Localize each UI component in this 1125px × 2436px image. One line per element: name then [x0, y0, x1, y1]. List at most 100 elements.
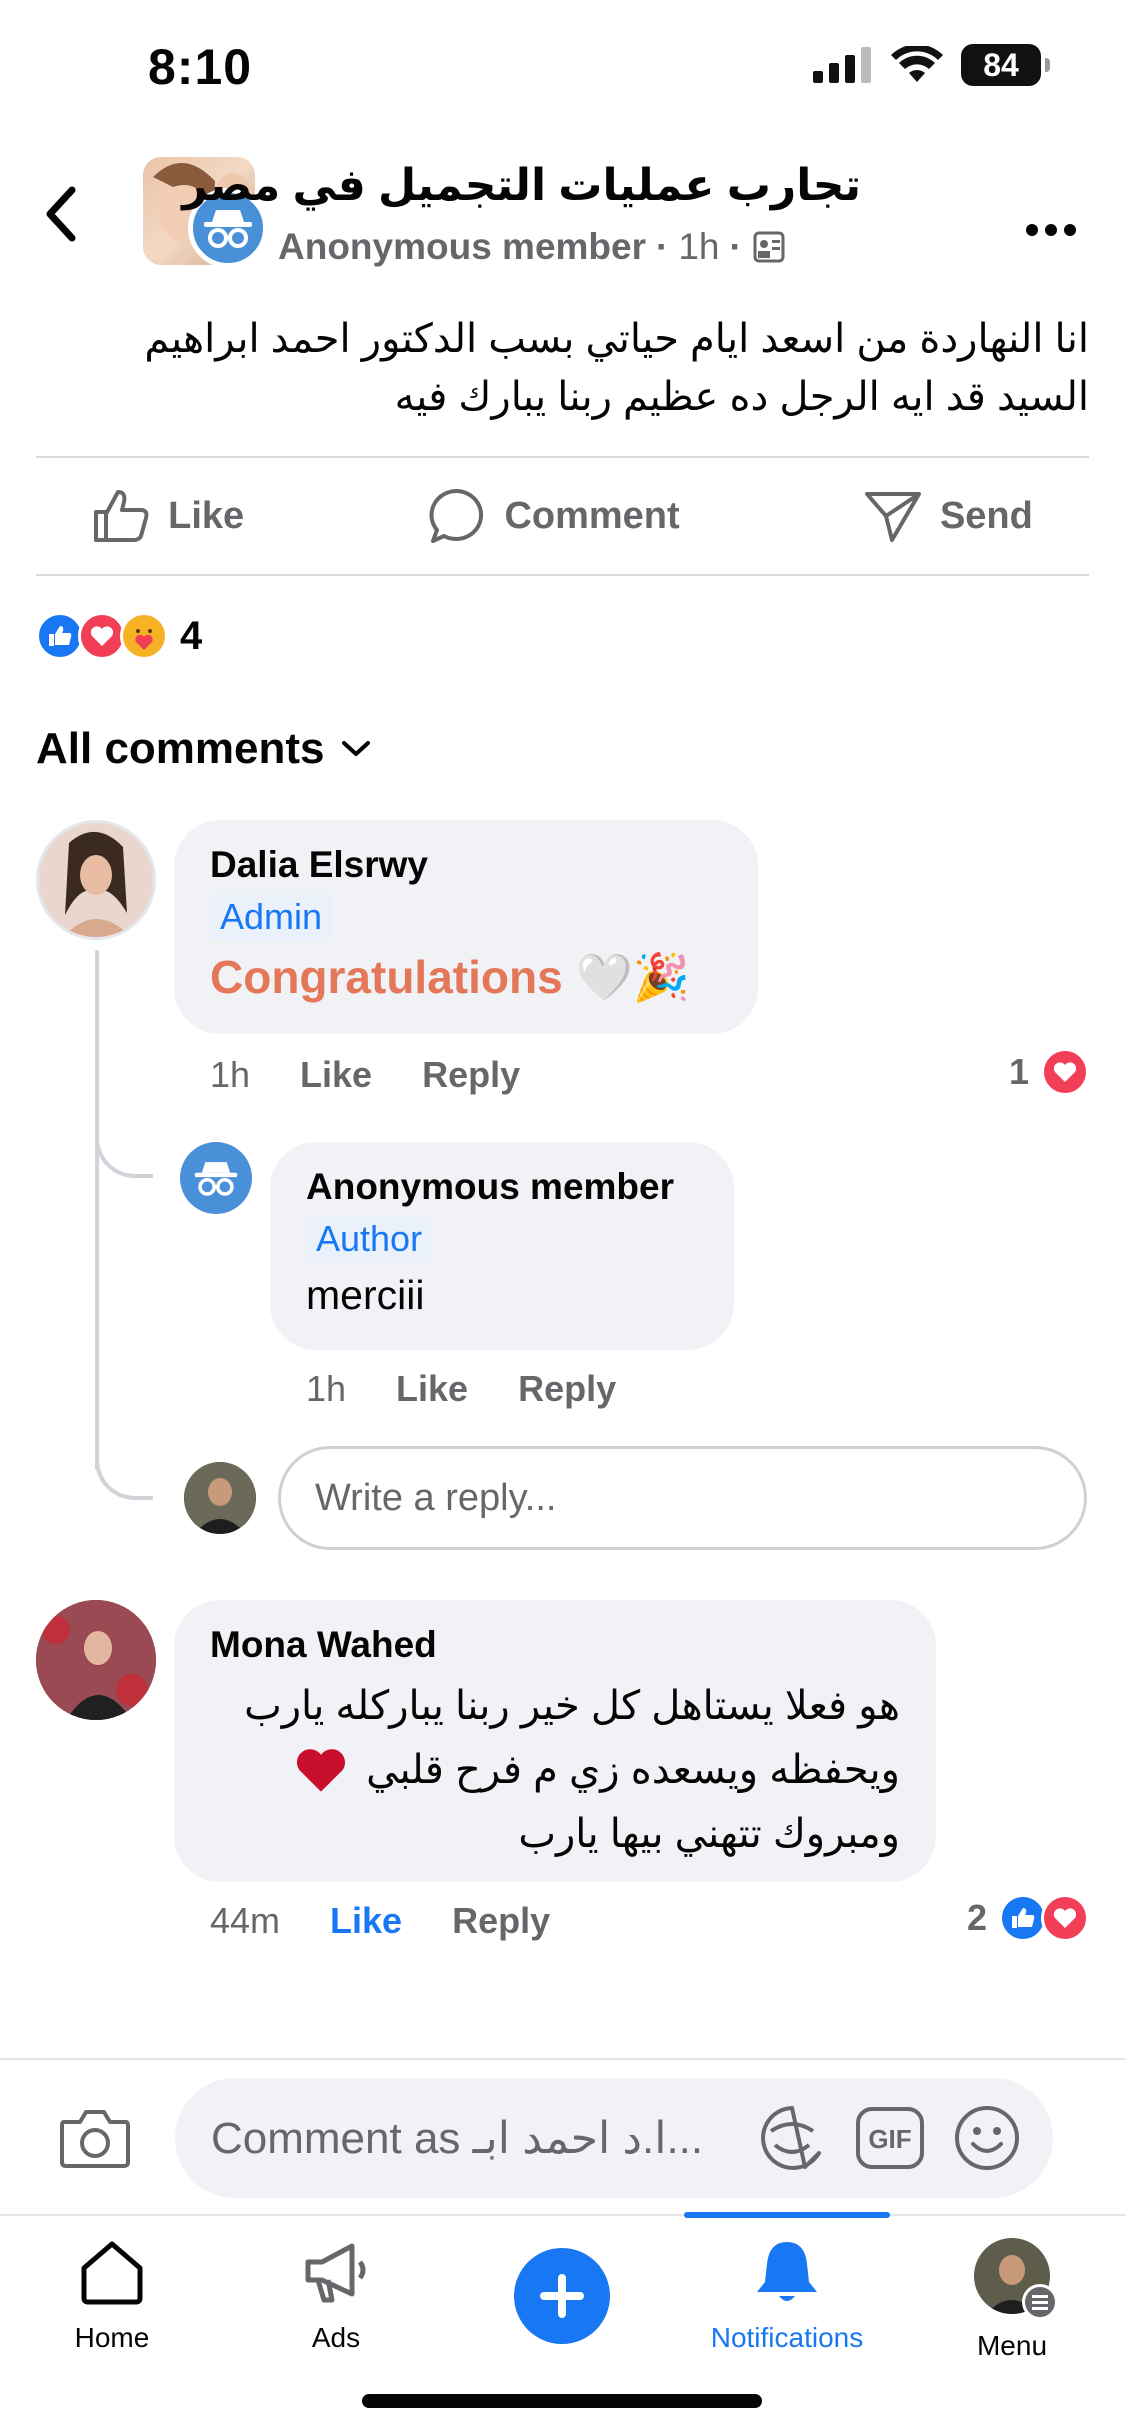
tab-ads[interactable]: Ads: [246, 2236, 426, 2354]
active-tab-indicator: [684, 2212, 890, 2218]
reply-placeholder: Write a reply...: [315, 1476, 557, 1519]
commenter-name[interactable]: Mona Wahed: [210, 1624, 900, 1666]
commenter-avatar[interactable]: [36, 1600, 156, 1720]
thumbs-up-icon: [94, 490, 149, 542]
send-button[interactable]: Send: [864, 488, 1033, 544]
admin-badge: Admin: [210, 894, 333, 940]
comment-bubble: Dalia Elsrwy Admin Congratulations 🤍🎉: [174, 820, 758, 1034]
avatar-sticker-icon[interactable]: [757, 2103, 827, 2173]
comment-meta: 44m Like Reply: [210, 1900, 550, 1942]
comment-icon: [429, 488, 484, 543]
like-label: Like: [168, 494, 245, 537]
comment-reactions[interactable]: 1: [1009, 1048, 1089, 1096]
comment-meta: 1h Like Reply: [210, 1054, 520, 1096]
tab-menu[interactable]: Menu: [922, 2236, 1102, 2362]
comment-reaction-count: 2: [966, 1897, 987, 1938]
menu-lines-icon: [1022, 2284, 1058, 2320]
like-reaction-icon: [999, 1894, 1047, 1942]
tab-create[interactable]: [472, 2236, 652, 2358]
reply-bubble: Anonymous member Author merciii: [270, 1142, 734, 1350]
composer-icons: GIF: [757, 2103, 1053, 2173]
svg-text:GIF: GIF: [868, 2124, 911, 2154]
love-reaction-icon: [78, 612, 126, 660]
comment-composer[interactable]: Comment as ا.د احمد ابـ... GIF: [175, 2078, 1053, 2198]
battery-indicator: 84: [961, 44, 1050, 86]
comment-text-line: ومبروك تتهني بيها يارب: [518, 1812, 900, 1856]
chevron-left-icon: [46, 186, 76, 242]
reaction-count: 4: [180, 613, 203, 658]
comments-filter-button[interactable]: All comments: [36, 724, 371, 774]
comment-reaction-count: 1: [1008, 1051, 1029, 1092]
gif-icon[interactable]: GIF: [855, 2106, 925, 2170]
status-time: 8:10: [148, 39, 253, 95]
comment-reply-button[interactable]: Reply: [452, 1900, 550, 1942]
meta-separator-2: ·: [729, 226, 742, 267]
comment-text-line: ويحفظه ويسعده زي م فرح قلبي: [366, 1748, 900, 1792]
megaphone-icon: [305, 2243, 366, 2303]
comment-label: Comment: [504, 494, 680, 537]
post-text-line: السيد قد ايه الرجل ده عظيم ربنا يبارك في…: [394, 375, 1089, 419]
tab-home[interactable]: Home: [22, 2236, 202, 2354]
comment-time[interactable]: 44m: [210, 1900, 280, 1942]
status-icons: 84: [813, 44, 1050, 86]
care-reaction-icon: [120, 612, 168, 660]
comment-time[interactable]: 1h: [210, 1054, 250, 1096]
battery-level: 84: [983, 46, 1019, 83]
comment-like-button[interactable]: Like: [300, 1054, 372, 1096]
commenter-name[interactable]: Dalia Elsrwy: [210, 844, 722, 886]
comment-reply-button[interactable]: Reply: [518, 1368, 616, 1410]
love-reaction-icon: [1041, 1894, 1089, 1942]
divider: [36, 574, 1089, 576]
post-actions: Like Comment Send: [0, 470, 1125, 562]
more-dots-icon: [1026, 224, 1076, 236]
comment-like-button[interactable]: Like: [330, 1900, 402, 1942]
red-heart-icon: [297, 1749, 346, 1792]
home-icon: [81, 2241, 143, 2305]
composer-placeholder: Comment as ا.د احمد ابـ...: [211, 2113, 704, 2163]
camera-button[interactable]: [58, 2106, 132, 2175]
composer-divider: [0, 2058, 1125, 2060]
emoji-icon[interactable]: [953, 2104, 1021, 2172]
comment-text-line: هو فعلا يستاهل كل خير ربنا يباركله يارب: [244, 1684, 900, 1728]
signal-icon: [813, 47, 871, 83]
send-icon: [864, 492, 921, 542]
thread-line: [95, 950, 99, 1470]
post-text: انا النهاردة من اسعد ايام حياتي بسب الدك…: [60, 310, 1089, 426]
post-text-line: انا النهاردة من اسعد ايام حياتي بسب الدك…: [144, 317, 1089, 361]
commenter-avatar[interactable]: [36, 820, 156, 940]
comment-like-button[interactable]: Like: [396, 1368, 468, 1410]
author-badge: Author: [306, 1216, 433, 1262]
back-button[interactable]: [44, 186, 76, 247]
love-reaction-icon: [1041, 1048, 1089, 1096]
more-options-button[interactable]: [1025, 198, 1077, 248]
comment-button[interactable]: Comment: [428, 487, 680, 545]
divider: [36, 456, 1089, 458]
like-button[interactable]: Like: [92, 488, 244, 544]
home-indicator: [362, 2394, 762, 2408]
tab-label: Home: [74, 2322, 150, 2353]
thread-branch: [95, 1118, 153, 1178]
comment-meta: 1h Like Reply: [306, 1368, 616, 1410]
plus-icon: [514, 2248, 610, 2344]
meta-separator: ·: [656, 226, 669, 267]
camera-icon: [60, 2110, 130, 2168]
comment-text: Congratulations 🤍🎉: [210, 951, 690, 1003]
tab-label: Menu: [976, 2330, 1048, 2361]
reactions-summary[interactable]: 4: [36, 612, 202, 660]
comment-reply-button[interactable]: Reply: [422, 1054, 520, 1096]
reply-input[interactable]: Write a reply...: [278, 1446, 1087, 1550]
bell-icon: [757, 2242, 817, 2301]
comment-text-line-row: ويحفظه ويسعده زي م فرح قلبي: [210, 1738, 900, 1802]
wifi-icon: [891, 46, 943, 82]
comment-reactions[interactable]: 2: [967, 1894, 1089, 1942]
avatar-menu-icon: [972, 2236, 1058, 2320]
commenter-name[interactable]: Anonymous member: [306, 1166, 698, 1208]
comment-time[interactable]: 1h: [306, 1368, 346, 1410]
thread-branch: [95, 1440, 153, 1500]
post-time[interactable]: 1h: [678, 226, 719, 268]
like-reaction-icon: [36, 612, 84, 660]
post-author[interactable]: Anonymous member: [278, 226, 646, 268]
comment-bubble: Mona Wahed هو فعلا يستاهل كل خير ربنا يب…: [174, 1600, 936, 1882]
group-name[interactable]: تجارب عمليات التجميل في مصر: [182, 160, 861, 211]
tab-notifications[interactable]: Notifications: [697, 2236, 877, 2354]
